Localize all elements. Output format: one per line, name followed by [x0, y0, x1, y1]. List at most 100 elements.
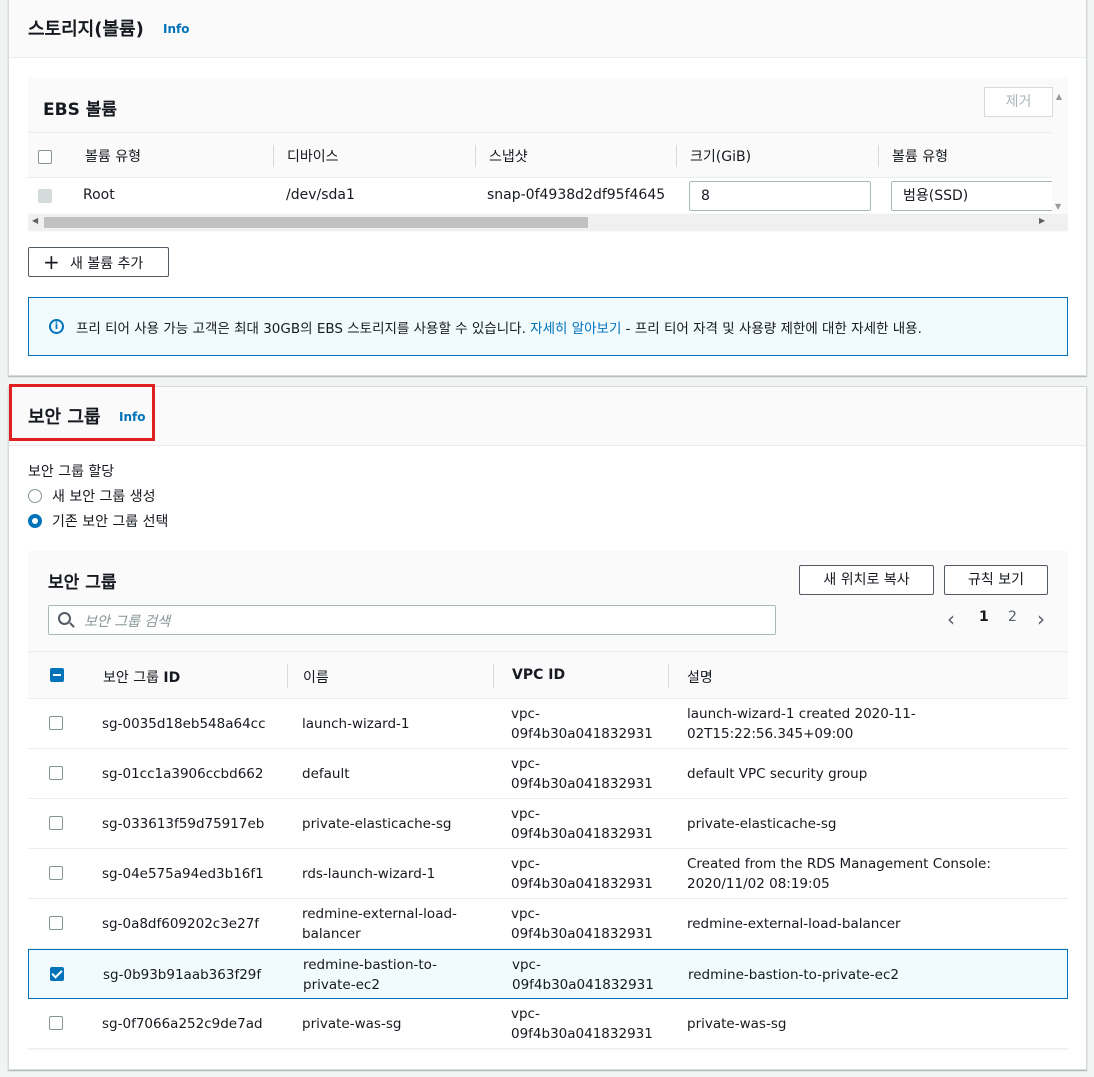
- row-vpc-id: vpc-: [511, 1006, 540, 1022]
- info-icon: i: [49, 319, 64, 334]
- ebs-table-header: 볼륨 유형 디바이스 스냅샷 크기(GiB) 볼륨 유형: [28, 132, 1052, 177]
- storage-info-link[interactable]: Info: [163, 22, 189, 36]
- ebs-col-type: 볼륨 유형: [892, 149, 948, 165]
- row-description: private-elasticache-sg: [687, 816, 837, 832]
- radio-existing-group-label[interactable]: 기존 보안 그룹 선택: [52, 511, 168, 531]
- row-vpc-id: vpc-: [511, 806, 540, 822]
- row-description: launch-wizard-1 created 2020-11-: [687, 706, 916, 722]
- ebs-title: EBS 볼륨: [43, 100, 118, 120]
- table-row[interactable]: sg-0035d18eb548a64cc launch-wizard-1 vpc- 0…: [28, 699, 1068, 749]
- storage-panel-header: 스토리지(볼륨) Info: [9, 0, 1086, 58]
- row-group-id: sg-04e575a94ed3b16f1: [102, 866, 264, 882]
- row-description: default VPC security group: [687, 766, 868, 782]
- ebs-table-row: Root /dev/sda1 snap-0f4938d2df95f4645 8 …: [28, 177, 1052, 213]
- ebs-col-size: 크기(GiB): [690, 149, 752, 165]
- row-vpc-id: vpc-: [511, 706, 540, 722]
- row-vpc-id: vpc-: [512, 957, 541, 973]
- row-group-id: sg-033613f59d75917eb: [102, 816, 265, 832]
- column-divider: [475, 145, 476, 167]
- column-divider: [878, 145, 879, 167]
- scroll-left-icon[interactable]: ◀: [32, 216, 38, 225]
- col-group-id-prefix: 보안 그룹: [103, 670, 164, 686]
- radio-new-group-label[interactable]: 새 보안 그룹 생성: [52, 486, 156, 506]
- row-vpc-id: vpc-: [511, 906, 540, 922]
- security-group-panel-header: 보안 그룹 Info: [9, 384, 1086, 446]
- radio-existing-group[interactable]: [28, 514, 42, 528]
- security-group-table-title: 보안 그룹: [48, 573, 117, 593]
- ebs-select-all-checkbox[interactable]: [38, 150, 52, 164]
- size-input[interactable]: 8: [689, 181, 871, 211]
- learn-more-link[interactable]: 자세히 알아보기: [530, 321, 621, 337]
- pagination-next-icon[interactable]: ›: [1037, 609, 1045, 629]
- row-vpc-id: vpc-: [511, 756, 540, 772]
- ebs-col-device: 디바이스: [287, 149, 339, 165]
- storage-panel: 스토리지(볼륨) Info EBS 볼륨 제거 ▲ 볼륨 유형 디바이스 스냅샷…: [8, 0, 1087, 376]
- row-name-line2: balancer: [302, 926, 361, 942]
- plus-icon: +: [43, 250, 60, 274]
- ebs-row-device: /dev/sda1: [286, 187, 355, 203]
- horizontal-scroll-thumb[interactable]: [44, 217, 588, 228]
- row-checkbox[interactable]: [49, 1016, 63, 1030]
- storage-title: 스토리지(볼륨): [28, 19, 144, 40]
- col-description: 설명: [687, 670, 713, 686]
- security-group-table-container: 보안 그룹 새 위치로 복사 규칙 보기 보안 그룹 검색 ‹ 1 2 › 보안…: [28, 551, 1068, 1051]
- row-checkbox[interactable]: [49, 866, 63, 880]
- row-name: redmine-external-load-: [302, 906, 457, 922]
- radio-new-group[interactable]: [28, 489, 42, 503]
- volume-type-select-value: 범용(SSD): [903, 188, 969, 204]
- assign-label: 보안 그룹 할당: [28, 464, 115, 480]
- column-divider: [287, 664, 288, 688]
- row-description-line2: 02T15:22:56.345+09:00: [687, 726, 854, 742]
- row-name: redmine-bastion-to-: [303, 957, 438, 973]
- row-group-id: sg-0035d18eb548a64cc: [102, 716, 266, 732]
- vertical-scroll-down-icon[interactable]: ▼: [1055, 202, 1061, 211]
- row-name-line2: private-ec2: [303, 977, 380, 993]
- col-name: 이름: [303, 670, 329, 686]
- alert-text-before: 프리 티어 사용 가능 고객은 최대 30GB의 EBS 스토리지를 사용할 수…: [76, 321, 531, 337]
- row-checkbox[interactable]: [49, 716, 63, 730]
- ebs-col-volume-type: 볼륨 유형: [85, 149, 141, 165]
- row-name: default: [302, 766, 350, 782]
- table-row[interactable]: sg-0a8df609202c3e27f redmine-external-loa…: [28, 899, 1068, 949]
- table-row[interactable]: sg-01cc1a3906ccbd662 default vpc- 09f4b30a0…: [28, 749, 1068, 799]
- row-checkbox[interactable]: [49, 816, 63, 830]
- pagination-prev-icon[interactable]: ‹: [947, 609, 955, 629]
- row-group-id: sg-0b93b91aab363f29f: [103, 967, 262, 983]
- row-vpc-id-line2: 09f4b30a041832931: [511, 926, 653, 942]
- volume-type-select[interactable]: 범용(SSD): [891, 181, 1052, 211]
- row-description: redmine-bastion-to-private-ec2: [688, 967, 899, 983]
- add-volume-button[interactable]: + 새 볼륨 추가: [28, 247, 169, 277]
- search-input[interactable]: 보안 그룹 검색: [84, 611, 170, 631]
- remove-button[interactable]: 제거: [984, 87, 1053, 117]
- pagination-page-2[interactable]: 2: [1008, 609, 1017, 625]
- vertical-scroll-up-icon[interactable]: ▲: [1052, 92, 1066, 106]
- row-checkbox[interactable]: [50, 967, 64, 981]
- highlight-box: [9, 384, 155, 441]
- view-rules-button[interactable]: 규칙 보기: [944, 565, 1048, 595]
- horizontal-scrollbar[interactable]: ◀ ▶: [28, 214, 1068, 231]
- add-volume-label: 새 볼륨 추가: [70, 256, 144, 272]
- pagination-page-1[interactable]: 1: [979, 609, 989, 625]
- row-checkbox[interactable]: [49, 766, 63, 780]
- ebs-row-snapshot: snap-0f4938d2df95f4645: [487, 187, 666, 203]
- table-row[interactable]: sg-0b93b91aab363f29f redmine-bastion-to-p…: [28, 949, 1068, 999]
- security-group-search[interactable]: 보안 그룹 검색: [48, 605, 776, 635]
- ebs-volumes-container: EBS 볼륨 제거 ▲ 볼륨 유형 디바이스 스냅샷 크기(GiB) 볼륨 유형…: [28, 78, 1068, 232]
- ebs-row-checkbox: [38, 189, 52, 203]
- scroll-right-icon[interactable]: ▶: [1039, 216, 1045, 225]
- row-group-id: sg-01cc1a3906ccbd662: [102, 766, 264, 782]
- column-divider: [273, 145, 274, 167]
- row-description: Created from the RDS Management Console:: [687, 856, 991, 872]
- row-vpc-id-line2: 09f4b30a041832931: [512, 977, 654, 993]
- security-group-panel: 보안 그룹 Info 보안 그룹 할당 새 보안 그룹 생성 기존 보안 그룹 …: [8, 384, 1087, 1070]
- column-divider: [668, 664, 669, 688]
- table-row[interactable]: sg-04e575a94ed3b16f1 rds-launch-wizard-1 v…: [28, 849, 1068, 899]
- table-row[interactable]: sg-0f7066a252c9de7ad private-was-sg vpc- 09…: [28, 999, 1068, 1049]
- row-name: private-was-sg: [302, 1016, 402, 1032]
- ebs-row-volume-type: Root: [83, 187, 115, 203]
- table-row[interactable]: sg-033613f59d75917eb private-elasticache-…: [28, 799, 1068, 849]
- row-name: private-elasticache-sg: [302, 816, 452, 832]
- copy-to-new-location-button[interactable]: 새 위치로 복사: [799, 565, 934, 595]
- select-all-checkbox[interactable]: [50, 668, 64, 682]
- row-checkbox[interactable]: [49, 916, 63, 930]
